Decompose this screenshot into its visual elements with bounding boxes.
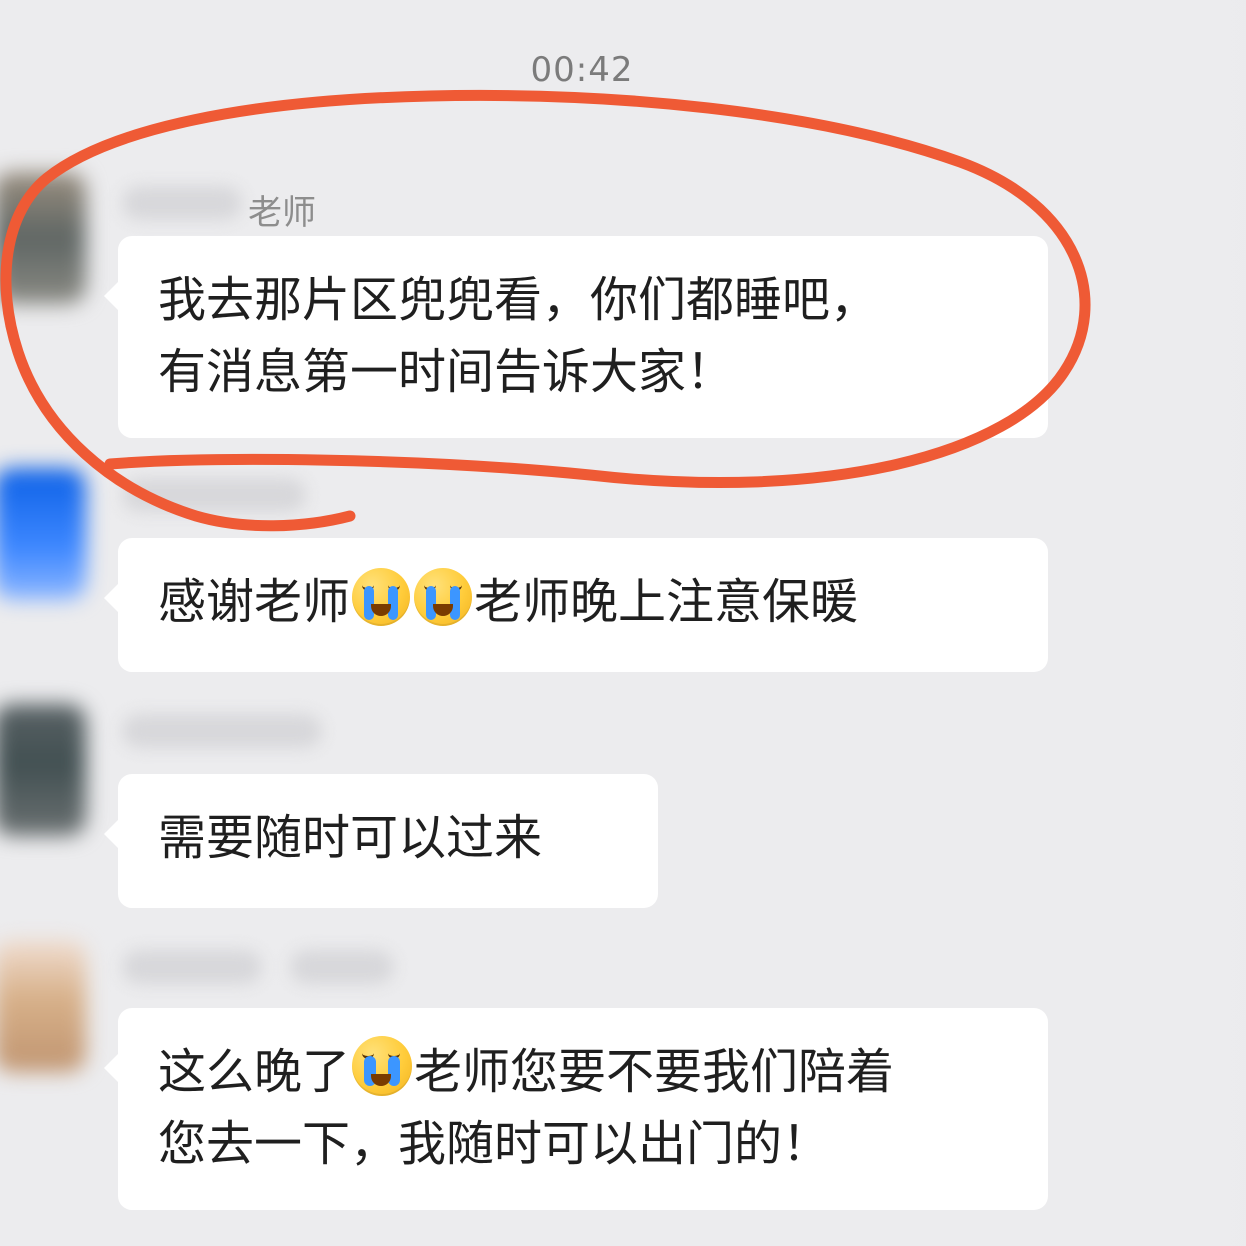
sender-name-blur — [122, 186, 242, 220]
message-line: 我去那片区兜兜看，你们都睡吧， — [158, 272, 879, 328]
right-edge-blur — [1190, 0, 1246, 1246]
sender-name-blur — [122, 950, 262, 984]
sender-name-blur — [122, 478, 306, 512]
sender-name: 老师 — [248, 193, 316, 233]
message-line: 您去一下，我随时可以出门的！ — [158, 1116, 831, 1172]
message-line: 感谢老师 老师晚上注意保暖 — [158, 566, 1008, 638]
message-line: 这么晚了 老师您要不要我们陪着 — [158, 1036, 1008, 1108]
message-text: 老师晚上注意保暖 — [474, 574, 859, 630]
avatar — [0, 172, 86, 304]
pleading-face-icon — [352, 1036, 413, 1096]
message-bubble-teacher[interactable]: 我去那片区兜兜看，你们都睡吧， 有消息第一时间告诉大家！ — [104, 236, 1048, 438]
avatar — [0, 468, 86, 600]
sender-name-blur — [122, 714, 322, 748]
timestamp: 00:42 — [530, 50, 634, 90]
crying-face-icon — [352, 568, 411, 626]
message-bubble-company[interactable]: 这么晚了 老师您要不要我们陪着 您去一下，我随时可以出门的！ — [104, 1008, 1048, 1210]
crying-face-icon — [414, 568, 473, 626]
sender-name-blur — [290, 950, 394, 984]
message-bubble-thanks[interactable]: 感谢老师 老师晚上注意保暖 — [104, 538, 1048, 672]
message-bubble-available[interactable]: 需要随时可以过来 — [104, 774, 658, 908]
message-text: 感谢老师 — [158, 574, 351, 630]
avatar — [0, 704, 86, 836]
message-text: 老师您要不要我们陪着 — [414, 1044, 895, 1100]
message-text: 这么晚了 — [158, 1044, 351, 1100]
message-line: 需要随时可以过来 — [158, 810, 543, 866]
message-line: 有消息第一时间告诉大家！ — [158, 344, 735, 400]
avatar — [0, 940, 86, 1072]
chat-screen: 00:42 老师 我去那片区兜兜看，你们都睡吧， 有消息第一时间告诉大家！ 感谢… — [0, 0, 1246, 1246]
